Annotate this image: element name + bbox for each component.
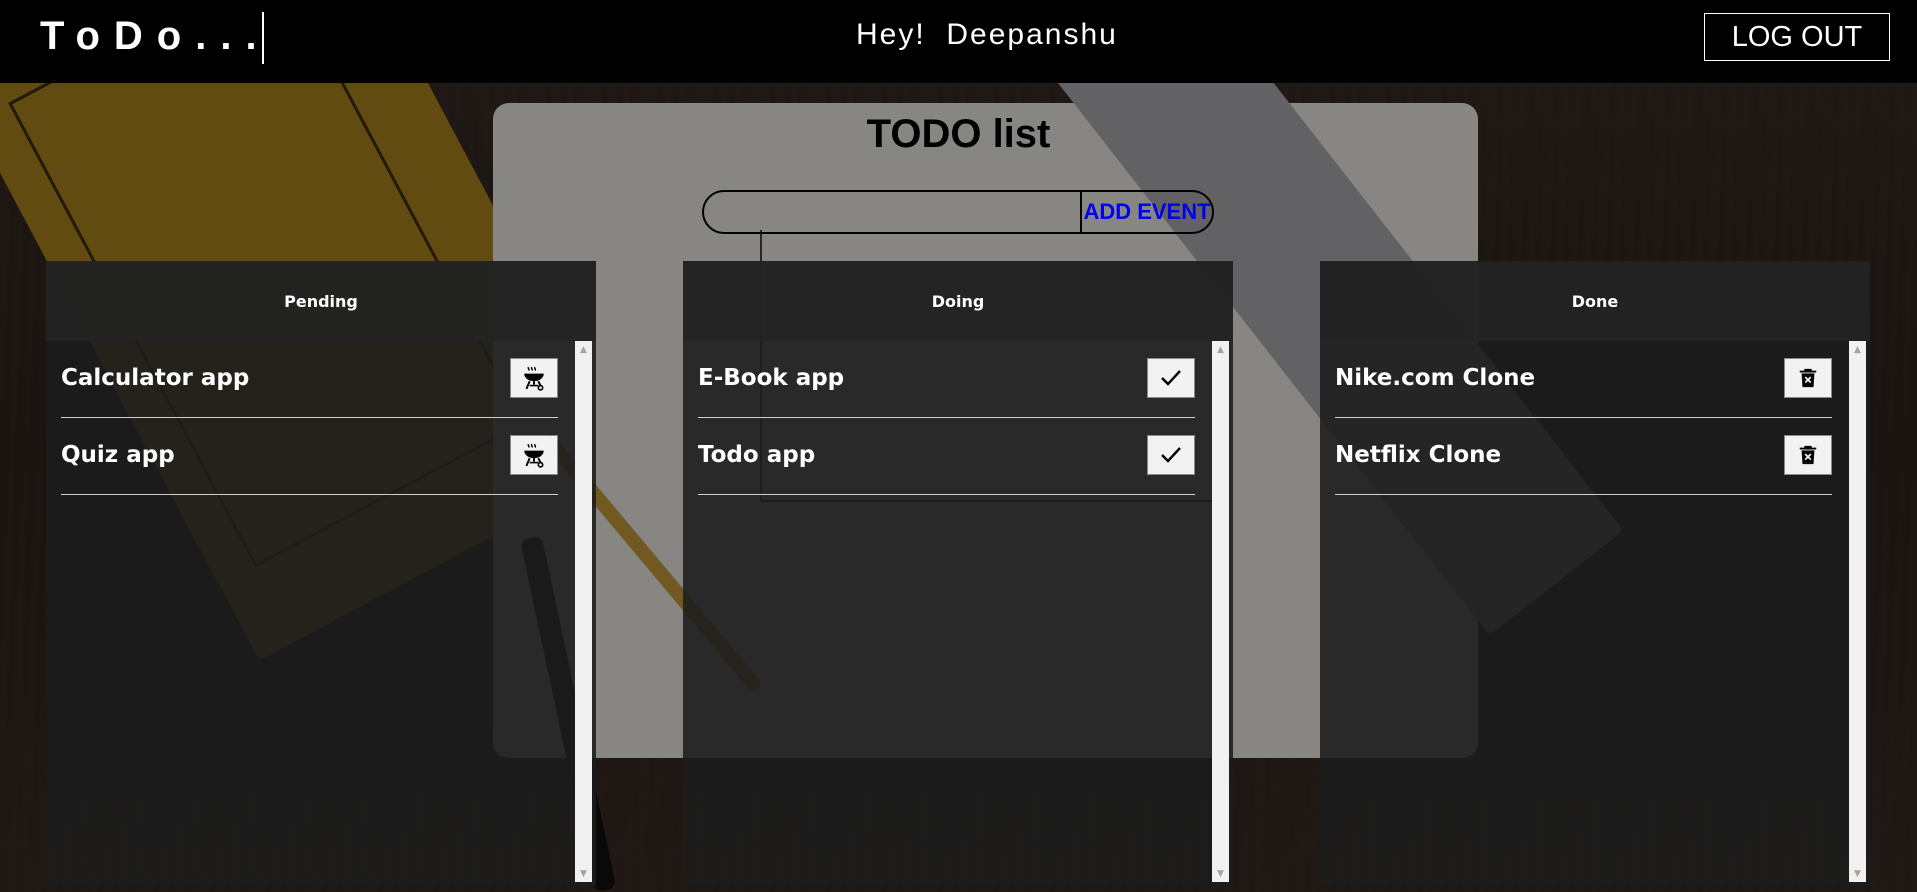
move-to-doing-button[interactable]	[510, 358, 558, 398]
check-icon	[1161, 370, 1181, 386]
trash-icon	[1799, 445, 1817, 465]
column-list: E-Book app Todo app	[683, 341, 1233, 886]
column-list: Calculator app Quiz app	[46, 341, 596, 886]
item-label: E-Book app	[698, 365, 845, 391]
scroll-down-arrow[interactable]: ▼	[1212, 865, 1229, 882]
mark-done-button[interactable]	[1147, 358, 1195, 398]
grill-icon	[524, 443, 544, 468]
user-greeting: Hey! Deepanshu	[856, 18, 1118, 51]
list-item: Quiz app	[61, 418, 558, 495]
logo-divider	[262, 12, 264, 64]
scroll-up-arrow[interactable]: ▲	[1849, 341, 1866, 358]
column-scrollbar[interactable]: ▲ ▼	[1849, 341, 1866, 882]
column-scrollbar[interactable]: ▲ ▼	[575, 341, 592, 882]
column-list: Nike.com Clone Netflix Clone	[1320, 341, 1870, 886]
item-label: Todo app	[698, 442, 816, 468]
top-navbar: ToDo... Hey! Deepanshu LOG OUT	[0, 0, 1917, 83]
check-icon	[1161, 447, 1181, 463]
event-input[interactable]	[704, 192, 1080, 232]
list-item: Netflix Clone	[1335, 418, 1832, 495]
app-logo: ToDo...	[40, 14, 271, 58]
trash-icon	[1799, 368, 1817, 388]
list-item: Todo app	[698, 418, 1195, 495]
move-to-doing-button[interactable]	[510, 435, 558, 475]
item-label: Netflix Clone	[1335, 442, 1502, 468]
grill-icon	[524, 366, 544, 391]
logout-button[interactable]: LOG OUT	[1704, 13, 1890, 61]
item-label: Quiz app	[61, 442, 175, 468]
scroll-down-arrow[interactable]: ▼	[575, 865, 592, 882]
scroll-down-arrow[interactable]: ▼	[1849, 865, 1866, 882]
delete-button[interactable]	[1784, 435, 1832, 475]
add-event-button[interactable]: ADD EVENT	[1080, 192, 1212, 232]
add-event-form: ADD EVENT	[702, 190, 1214, 234]
item-label: Calculator app	[61, 365, 250, 391]
column-title: Doing	[683, 261, 1233, 341]
mark-done-button[interactable]	[1147, 435, 1195, 475]
page-title: TODO list	[866, 112, 1051, 156]
list-item: E-Book app	[698, 341, 1195, 418]
column-done: Done Nike.com Clone Netflix Clone ▲ ▼	[1320, 261, 1870, 886]
delete-button[interactable]	[1784, 358, 1832, 398]
list-item: Calculator app	[61, 341, 558, 418]
column-title: Pending	[46, 261, 596, 341]
column-pending: Pending Calculator app Quiz app ▲ ▼	[46, 261, 596, 886]
item-label: Nike.com Clone	[1335, 365, 1536, 391]
column-title: Done	[1320, 261, 1870, 341]
scroll-up-arrow[interactable]: ▲	[1212, 341, 1229, 358]
column-doing: Doing E-Book app Todo app ▲ ▼	[683, 261, 1233, 886]
list-item: Nike.com Clone	[1335, 341, 1832, 418]
column-scrollbar[interactable]: ▲ ▼	[1212, 341, 1229, 882]
scroll-up-arrow[interactable]: ▲	[575, 341, 592, 358]
